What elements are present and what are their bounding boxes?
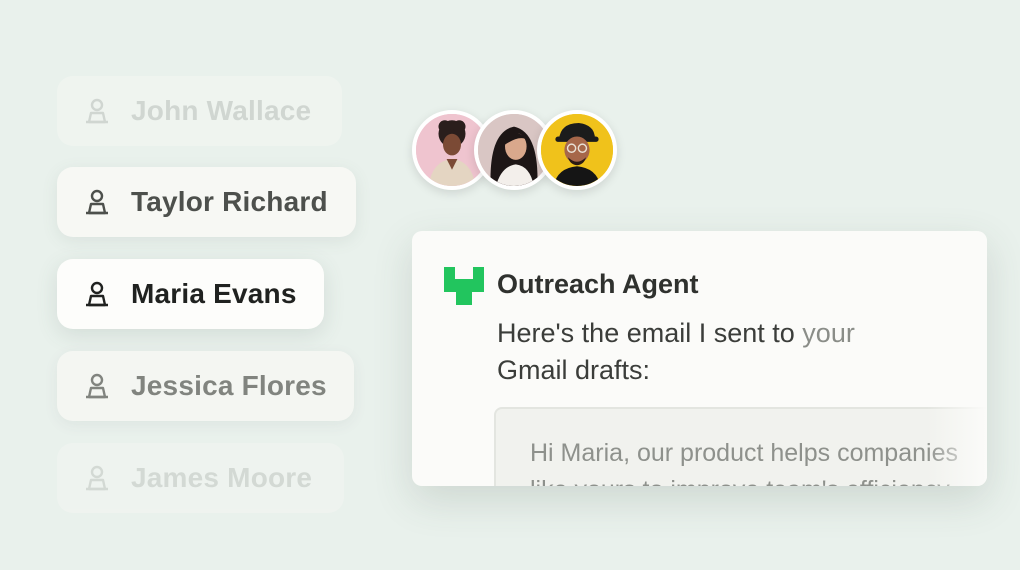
person-icon — [83, 97, 111, 125]
agent-name: Outreach Agent — [497, 269, 699, 299]
email-body: Hi Maria, our product helps companies li… — [530, 435, 987, 486]
email-line-2: like yours to improve team's efficiency — [530, 472, 987, 486]
contact-name: Taylor Richard — [131, 186, 328, 217]
outreach-logo-icon — [444, 267, 484, 305]
contact-item-taylor-richard[interactable]: Taylor Richard — [57, 167, 356, 237]
contact-name: Maria Evans — [131, 278, 297, 309]
agent-message-faded-text: your — [802, 318, 855, 348]
contact-name: James Moore — [131, 462, 313, 493]
contact-item-jessica-flores[interactable]: Jessica Flores — [57, 351, 354, 421]
agent-message-card: Outreach Agent Here's the email I sent t… — [412, 231, 987, 486]
person-icon — [83, 372, 111, 400]
email-line-1: Hi Maria, our product helps companies — [530, 439, 958, 467]
agent-message-line-2: Gmail drafts: — [497, 355, 651, 385]
stage: John Wallace Taylor Richard Maria Evans … — [0, 0, 1020, 570]
person-icon — [83, 464, 111, 492]
contact-name: John Wallace — [131, 95, 312, 126]
contact-item-james-moore[interactable]: James Moore — [57, 443, 344, 513]
avatar-man-cap-glasses-icon[interactable] — [537, 110, 617, 190]
email-draft-preview[interactable]: Hi Maria, our product helps companies li… — [494, 407, 987, 486]
person-icon — [83, 188, 111, 216]
agent-message-text: Here's the email I sent to — [497, 318, 803, 348]
contact-item-john-wallace[interactable]: John Wallace — [57, 76, 342, 146]
fade-overlay — [927, 231, 987, 486]
contact-item-maria-evans[interactable]: Maria Evans — [57, 259, 324, 329]
agent-message: Here's the email I sent to your Gmail dr… — [497, 315, 927, 389]
contact-name: Jessica Flores — [131, 370, 327, 401]
person-icon — [83, 280, 111, 308]
